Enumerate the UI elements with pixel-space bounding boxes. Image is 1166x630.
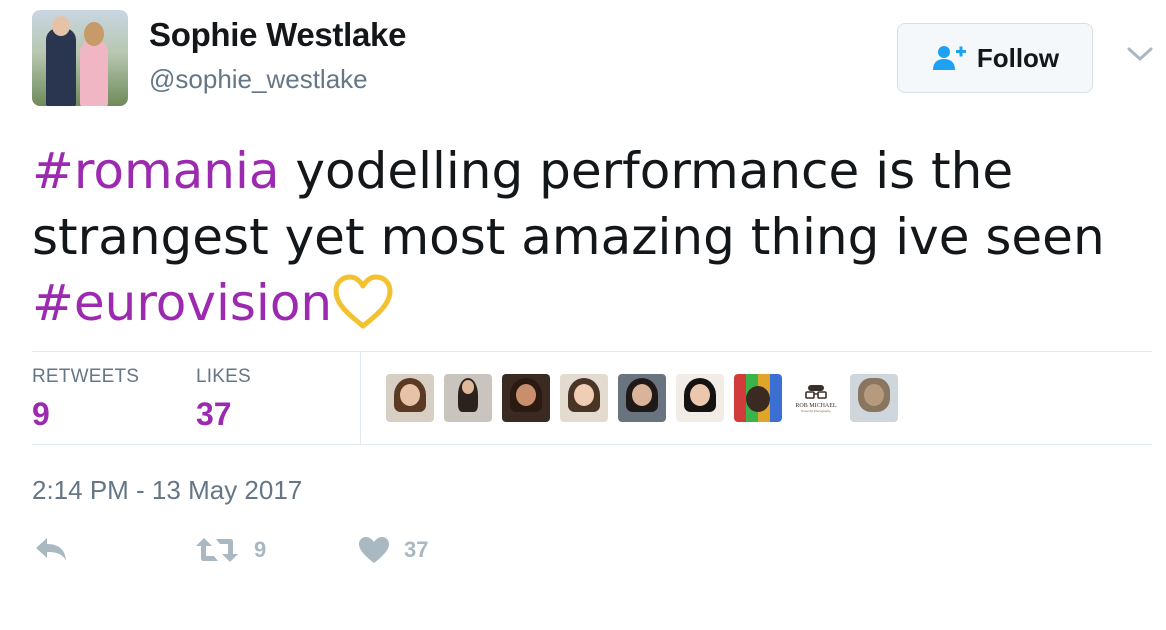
hashtag-romania[interactable]: #romania — [32, 142, 280, 200]
retweet-icon — [196, 538, 238, 562]
follow-button[interactable]: Follow — [897, 23, 1093, 93]
liker-face — [690, 384, 710, 406]
likes-stat[interactable]: LIKES 37 — [196, 366, 251, 433]
like-count: 37 — [404, 537, 429, 562]
liker-avatar[interactable] — [502, 374, 550, 422]
liker-face — [400, 384, 420, 406]
likes-count: 37 — [196, 396, 232, 432]
yellow-heart-emoji — [333, 274, 393, 329]
retweets-label: RETWEETS — [32, 366, 140, 387]
liker-face — [462, 380, 474, 394]
liker-face — [746, 386, 770, 412]
liker-avatar-rob-michael[interactable]: ROB MICHAEL Powerful Photography — [792, 374, 840, 422]
add-user-icon — [932, 46, 966, 70]
retweet-count: 9 — [254, 537, 267, 562]
liker-face — [864, 384, 884, 406]
liker-avatar[interactable] — [444, 374, 492, 422]
heart-icon — [359, 537, 389, 563]
tweet-actions: 9 37 — [32, 536, 532, 576]
divider-top — [32, 351, 1152, 352]
liker-face — [632, 384, 652, 406]
avatar-person-left — [46, 28, 76, 106]
user-handle[interactable]: @sophie_westlake — [149, 64, 368, 95]
liker-avatar[interactable] — [618, 374, 666, 422]
retweet-button[interactable]: 9 — [194, 536, 266, 564]
display-name[interactable]: Sophie Westlake — [149, 16, 406, 54]
liker-avatar[interactable] — [560, 374, 608, 422]
profile-avatar[interactable] — [32, 10, 128, 106]
liker-avatar[interactable] — [386, 374, 434, 422]
tweet-timestamp[interactable]: 2:14 PM - 13 May 2017 — [32, 475, 302, 506]
likers-avatars: ROB MICHAEL Powerful Photography — [386, 374, 898, 422]
retweets-stat[interactable]: RETWEETS 9 — [32, 366, 139, 433]
avatar-person-right-head — [84, 22, 104, 46]
stats-separator — [360, 352, 361, 444]
tweet-text: #romania yodelling performance is the st… — [32, 138, 1142, 336]
liker-avatar[interactable] — [676, 374, 724, 422]
glasses-icon — [805, 384, 827, 399]
divider-bottom — [32, 444, 1152, 445]
liker-face — [516, 384, 536, 406]
avatar-person-left-head — [52, 16, 70, 36]
reply-button[interactable] — [34, 536, 68, 562]
retweets-count: 9 — [32, 396, 50, 432]
like-button[interactable]: 37 — [358, 536, 428, 564]
reply-icon — [36, 538, 66, 560]
chevron-down-icon[interactable] — [1126, 44, 1154, 64]
liker-face — [574, 384, 594, 406]
follow-button-label: Follow — [976, 42, 1060, 73]
likes-label: LIKES — [196, 366, 251, 387]
hashtag-eurovision[interactable]: #eurovision — [32, 274, 332, 332]
liker-avatar[interactable] — [850, 374, 898, 422]
liker-avatar[interactable] — [734, 374, 782, 422]
liker-rob-michael-tagline: Powerful Photography — [801, 408, 831, 413]
avatar-person-right — [80, 40, 108, 106]
